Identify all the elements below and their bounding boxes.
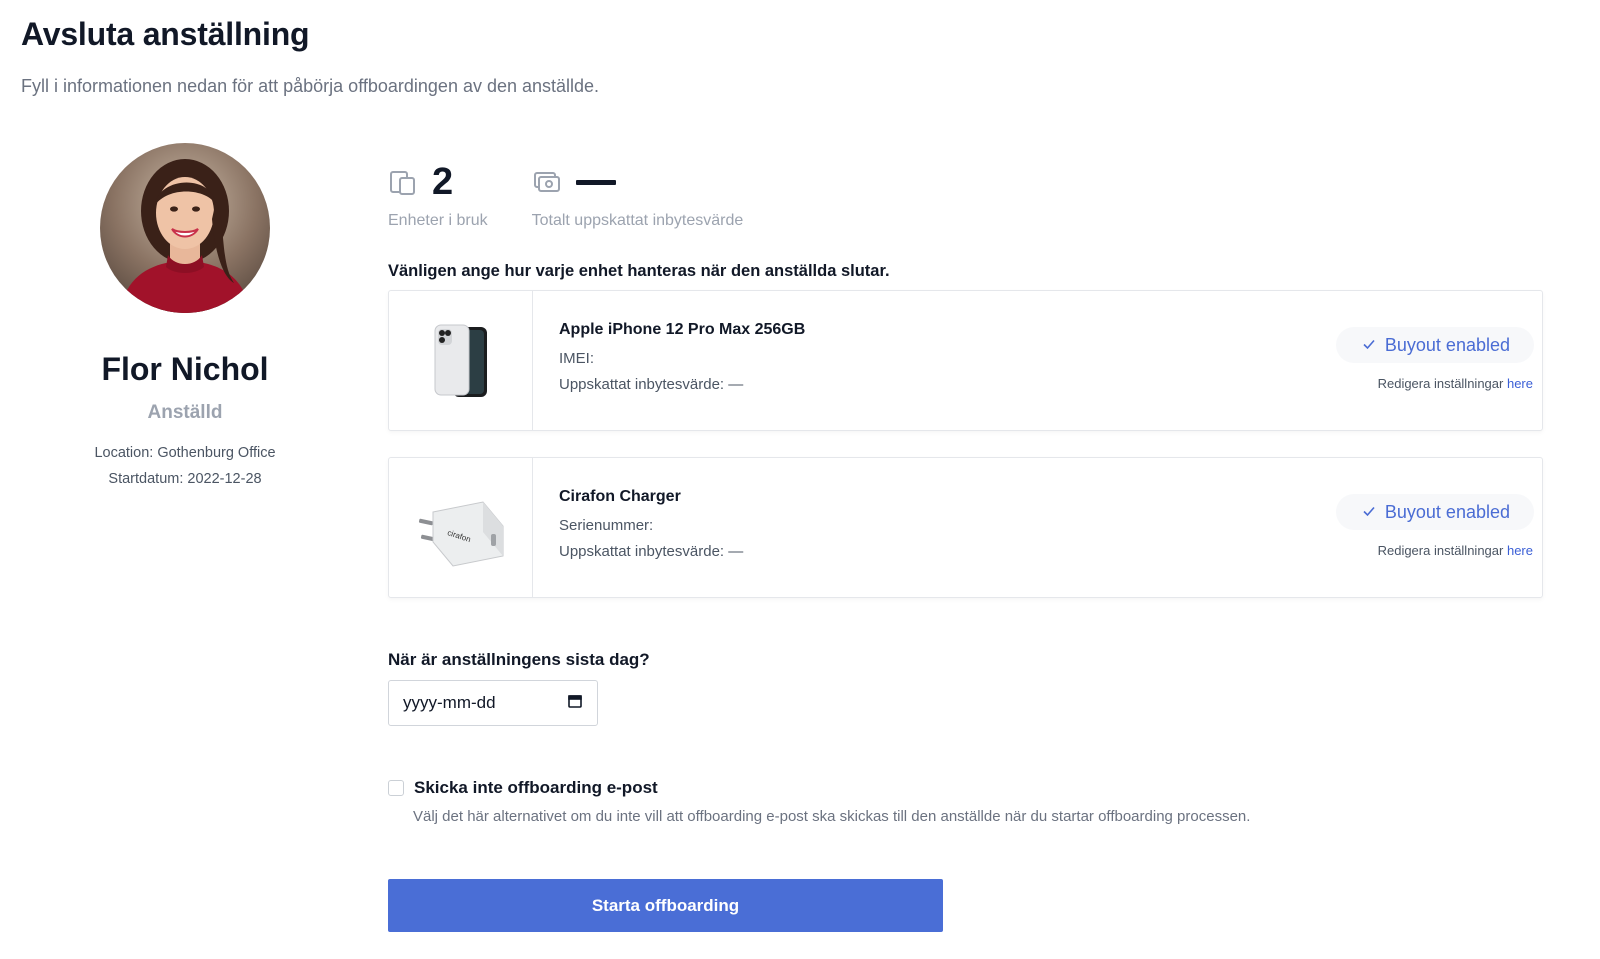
device-imei: IMEI: bbox=[559, 350, 595, 367]
device-card: Apple iPhone 12 Pro Max 256GB IMEI: Upps… bbox=[388, 290, 1543, 431]
stat-trade-in-value: — Totalt uppskattat inbytesvärde bbox=[531, 160, 744, 230]
buyout-badge[interactable]: Buyout enabled bbox=[1335, 327, 1534, 363]
employee-profile: Flor Nichol Anställd Location: Gothenbur… bbox=[20, 143, 350, 492]
charger-image: cirafon bbox=[389, 458, 533, 597]
date-placeholder: yyyy-mm-dd bbox=[403, 693, 496, 712]
calendar-icon[interactable] bbox=[567, 693, 583, 714]
no-email-option: Skicka inte offboarding e-post bbox=[388, 778, 658, 798]
stat-devices-in-use: 2 Enheter i bruk bbox=[388, 160, 488, 230]
avatar bbox=[100, 143, 270, 313]
employee-meta: Location: Gothenburg Office Startdatum: … bbox=[20, 440, 350, 492]
buyout-badge-label: Buyout enabled bbox=[1384, 501, 1510, 522]
page-title: Avsluta anställning bbox=[21, 16, 310, 52]
employee-name: Flor Nichol bbox=[101, 351, 269, 387]
cash-icon bbox=[532, 167, 562, 197]
start-offboarding-button[interactable]: Starta offboarding bbox=[388, 879, 943, 932]
edit-settings-link[interactable]: here bbox=[1507, 376, 1533, 391]
device-actions: Buyout enabled Redigera inställningar he… bbox=[1322, 291, 1542, 430]
employee-location: Location: Gothenburg Office bbox=[94, 445, 276, 461]
page-subtitle: Fyll i informationen nedan för att påbör… bbox=[21, 76, 600, 96]
devices-heading: Vänligen ange hur varje enhet hanteras n… bbox=[388, 262, 890, 280]
checkmark-icon bbox=[1362, 335, 1376, 356]
checkmark-icon bbox=[1362, 502, 1376, 523]
edit-settings-link[interactable]: here bbox=[1507, 543, 1533, 558]
iphone-image bbox=[389, 291, 533, 430]
device-trade-in-value: Uppskattat inbytesvärde: — bbox=[559, 376, 744, 393]
edit-settings-line: Redigera inställningar here bbox=[1378, 376, 1534, 391]
device-trade-in-value: Uppskattat inbytesvärde: — bbox=[559, 543, 744, 560]
employee-start-date: Startdatum: 2022-12-28 bbox=[108, 471, 262, 487]
device-card: cirafon Cirafon Charger Serienummer: Upp… bbox=[388, 457, 1543, 598]
no-email-checkbox[interactable] bbox=[388, 780, 404, 796]
device-actions: Buyout enabled Redigera inställningar he… bbox=[1322, 458, 1542, 597]
device-info: Cirafon Charger Serienummer: Uppskattat … bbox=[533, 458, 1322, 597]
device-serial: Serienummer: bbox=[559, 517, 654, 534]
last-day-label: När är anställningens sista dag? bbox=[388, 650, 650, 669]
buyout-badge[interactable]: Buyout enabled bbox=[1335, 494, 1534, 530]
offboarding-page: Avsluta anställning Fyll i informationen… bbox=[0, 0, 1600, 959]
stats-row: 2 Enheter i bruk — Totalt uppskattat inb… bbox=[388, 160, 743, 230]
device-name: Cirafon Charger bbox=[559, 488, 681, 505]
devices-label: Enheter i bruk bbox=[388, 212, 488, 229]
device-info: Apple iPhone 12 Pro Max 256GB IMEI: Upps… bbox=[533, 291, 1322, 430]
edit-settings-line: Redigera inställningar here bbox=[1378, 543, 1534, 558]
device-name: Apple iPhone 12 Pro Max 256GB bbox=[559, 321, 806, 338]
no-email-help-text: Välj det här alternativet om du inte vil… bbox=[413, 808, 1251, 825]
employee-role: Anställd bbox=[147, 402, 223, 423]
buyout-badge-label: Buyout enabled bbox=[1384, 334, 1510, 355]
edit-settings-text: Redigera inställningar bbox=[1377, 543, 1504, 558]
devices-icon bbox=[388, 167, 418, 197]
trade-in-value bbox=[575, 179, 616, 185]
devices-count: 2 bbox=[432, 161, 454, 203]
last-day-date-input[interactable]: yyyy-mm-dd bbox=[388, 680, 598, 726]
no-email-label[interactable]: Skicka inte offboarding e-post bbox=[414, 778, 658, 798]
edit-settings-text: Redigera inställningar bbox=[1377, 376, 1504, 391]
trade-in-label: Totalt uppskattat inbytesvärde bbox=[531, 212, 744, 229]
